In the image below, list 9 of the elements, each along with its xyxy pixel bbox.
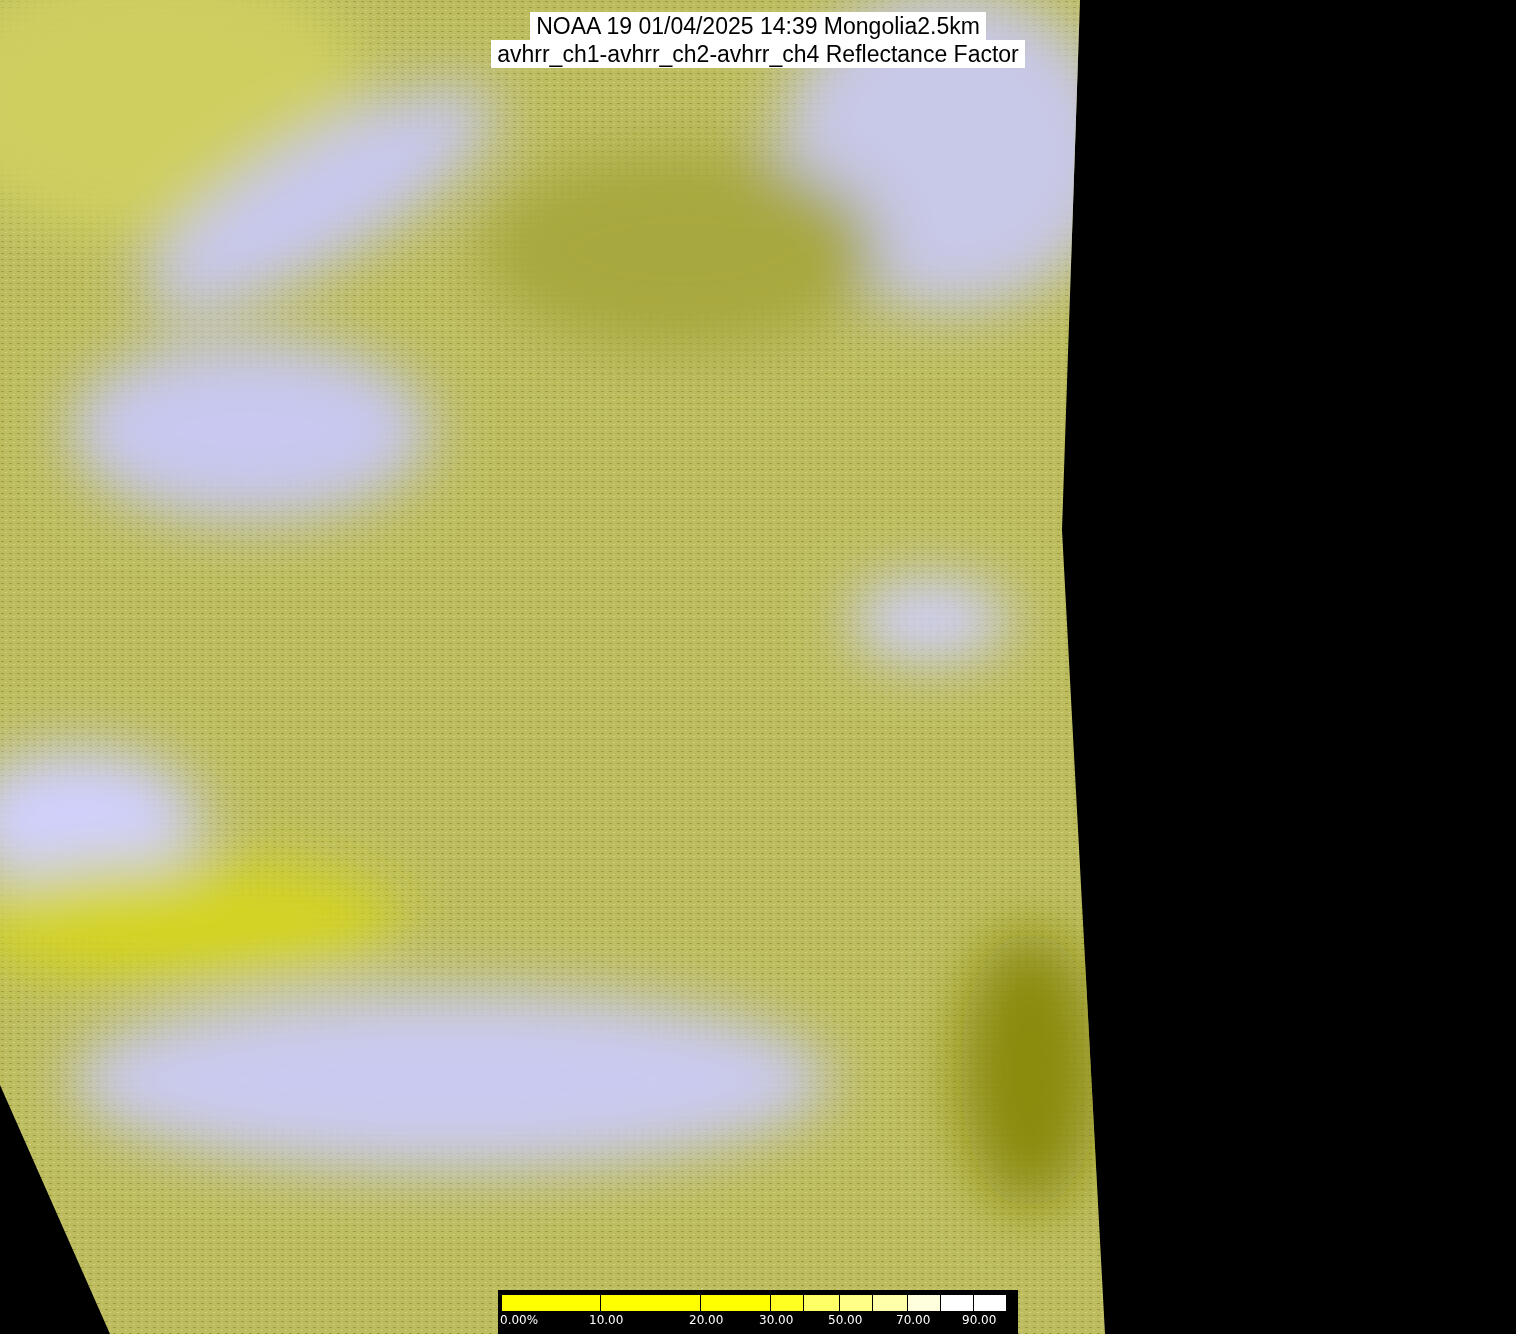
colorbar-label: 70.00 xyxy=(896,1313,931,1327)
colorbar-label: 90.00 xyxy=(962,1313,997,1327)
colorbar-label: 20.00 xyxy=(689,1313,724,1327)
map-title: avhrr_ch1-avhrr_ch2-avhrr_ch4 Reflectance Factor xyxy=(491,40,1025,68)
colorbar-label: 0.00% xyxy=(500,1313,539,1327)
map-title: NOAA 19 01/04/2025 14:39 Mongolia2.5km xyxy=(530,12,986,40)
colorbar-label: 30.00 xyxy=(759,1313,794,1327)
colorbar-label: 50.00 xyxy=(828,1313,863,1327)
colorbar-label: 10.00 xyxy=(589,1313,624,1327)
